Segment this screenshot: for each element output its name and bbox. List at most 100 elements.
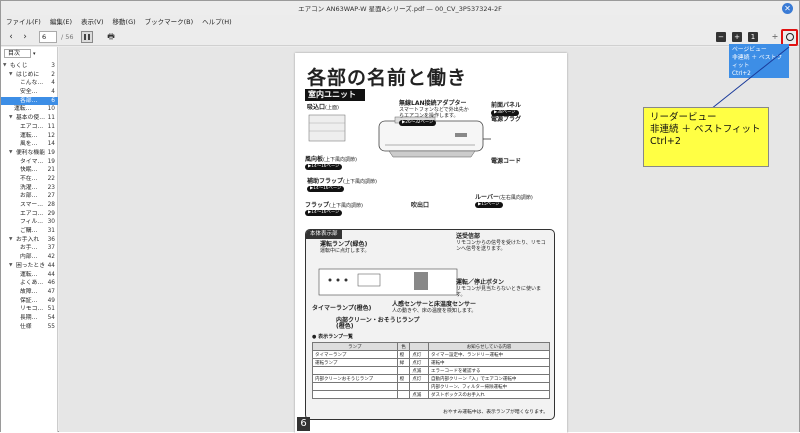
annotation-line: リーダービュー	[650, 112, 717, 123]
toc-item[interactable]: ご購… 31	[1, 227, 58, 236]
toc-item[interactable]: 快眠… 21	[1, 166, 58, 175]
sidebar-mode-select[interactable]: 目次	[4, 49, 31, 58]
toc-item-label: お手入れ	[16, 236, 40, 243]
actual-size-button[interactable]: 1	[748, 32, 758, 42]
split-view-icon[interactable]: ÷	[769, 31, 781, 43]
part-callout: ルーバー(左右風向調節) ▶15ページ	[475, 195, 533, 208]
toc-item[interactable]: 運転… 44	[1, 271, 58, 280]
menu-item[interactable]: 編集(E)	[49, 16, 73, 28]
close-button[interactable]: ✕	[782, 3, 793, 14]
toc-item-page: 49	[47, 297, 55, 304]
page-number-input[interactable]: 6	[39, 31, 57, 43]
toc-item[interactable]: ▼ はじめに 2	[1, 71, 58, 80]
page-ref-badge: ▶26〜32ページ	[399, 120, 437, 126]
table-header: お知らせしている内容	[428, 342, 550, 351]
panel-header: 本体表示部	[306, 230, 342, 239]
toc-item[interactable]: お部… 27	[1, 192, 58, 201]
toc-tree: ▼ もくじ 3 ▼ はじめに 2 こんな… 4 安全… 4 各部… 6 運転… 10 ▼ 基本の使… 11 エアコ…	[1, 62, 58, 331]
toc-item[interactable]: 長期… 54	[1, 314, 58, 323]
toc-item[interactable]: 故障… 47	[1, 288, 58, 297]
part-note: (上下風向調節)	[343, 179, 377, 185]
toc-item[interactable]: スマー… 28	[1, 201, 58, 210]
expand-arrow-icon[interactable]: ▼	[9, 71, 12, 80]
toc-item[interactable]: 運転… 10	[1, 105, 58, 114]
page-total: / 56	[61, 33, 74, 41]
table-cell: 点滅	[409, 366, 430, 375]
part-name: 前面パネル	[491, 102, 522, 109]
document-viewport[interactable]: 各部の名前と働き 室内ユニット 吸込口(上面) 無線LAN接続アダプタースマートフ…	[59, 47, 799, 433]
table-cell: 内部クリーン、フィルター掃除運転中	[428, 382, 550, 391]
toc-item[interactable]: 風を… 14	[1, 140, 58, 149]
menu-item[interactable]: ブックマーク(B)	[144, 16, 195, 28]
toc-item-label: 困ったとき	[16, 262, 45, 269]
expand-arrow-icon[interactable]: ▼	[9, 149, 12, 158]
toc-item[interactable]: リモコ… 51	[1, 305, 58, 314]
prev-page-button[interactable]: ‹	[5, 31, 17, 43]
toc-item[interactable]: 各部… 6	[1, 96, 58, 106]
menu-item[interactable]: ヘルプ(H)	[201, 16, 232, 28]
toc-item[interactable]: 不在… 22	[1, 175, 58, 184]
magnifier-icon	[786, 33, 794, 41]
toc-item-label: エアコ…	[20, 123, 44, 130]
toc-item-label: タイマ…	[20, 158, 44, 165]
pdf-page: 各部の名前と働き 室内ユニット 吸込口(上面) 無線LAN接続アダプタースマートフ…	[295, 53, 567, 433]
toc-item[interactable]: ▼ もくじ 3	[1, 62, 58, 71]
toc-item-label: 内部…	[20, 254, 38, 261]
toc-item-label: ご購…	[20, 228, 38, 235]
toc-item-label: こんな…	[20, 80, 44, 87]
menu-item[interactable]: 移動(G)	[112, 16, 137, 28]
table-cell	[312, 390, 398, 399]
toc-item-label: フィル…	[20, 219, 44, 226]
toc-item-page: 12	[47, 132, 55, 139]
menu-bar: ファイル(F) 編集(E) 表示(V) 移動(G) ブックマーク(B) ヘルプ(H)	[5, 16, 233, 28]
toc-item[interactable]: 内部… 42	[1, 253, 58, 262]
toc-item[interactable]: タイマ… 19	[1, 158, 58, 167]
toc-item[interactable]: 仕様 55	[1, 323, 58, 332]
part-name: ルーバー	[475, 194, 499, 201]
toc-item[interactable]: こんな… 4	[1, 79, 58, 88]
toc-item-label: 快眠…	[20, 167, 38, 174]
toc-item[interactable]: ▼ 基本の使… 11	[1, 114, 58, 123]
menu-item[interactable]: ファイル(F)	[5, 16, 42, 28]
panel-callout: タイマーランプ(橙色)	[312, 306, 371, 312]
zoom-out-button[interactable]: −	[716, 32, 726, 42]
toc-item[interactable]: 洗濯… 23	[1, 184, 58, 193]
part-name: 吹出口	[411, 202, 430, 209]
toc-item-page: 46	[47, 280, 55, 287]
table-cell: 点灯	[409, 374, 430, 383]
sidebar-toggle-button[interactable]	[81, 31, 93, 43]
toc-item[interactable]: よくあ… 46	[1, 279, 58, 288]
next-page-button[interactable]: ›	[19, 31, 31, 43]
toc-item[interactable]: フィル… 30	[1, 218, 58, 227]
table-cell	[396, 390, 411, 399]
expand-arrow-icon[interactable]: ▼	[9, 262, 12, 271]
toc-item[interactable]: ▼ お手入れ 36	[1, 236, 58, 245]
toc-item[interactable]: お手… 37	[1, 244, 58, 253]
table-row: 点滅 ダストボックスのお手入れ	[312, 390, 550, 399]
filter-illustration	[308, 114, 346, 142]
toc-item[interactable]: ▼ 便利な機能 19	[1, 149, 58, 158]
table-header: ランプ	[312, 342, 398, 351]
toc-item[interactable]: 運転… 12	[1, 132, 58, 141]
menu-item[interactable]: 表示(V)	[80, 16, 105, 28]
expand-arrow-icon[interactable]: ▼	[3, 62, 6, 71]
toc-item-label: お部…	[20, 193, 38, 200]
toc-item[interactable]: 保証… 49	[1, 297, 58, 306]
table-cell	[396, 366, 411, 375]
toc-item-label: スマー…	[20, 202, 44, 208]
toc-item-page: 31	[47, 228, 55, 235]
toc-item[interactable]: エアコ… 11	[1, 123, 58, 132]
zoom-in-button[interactable]: +	[732, 32, 742, 42]
expand-arrow-icon[interactable]: ▼	[9, 236, 12, 245]
page-ref-badge: ▶14〜16ページ	[305, 164, 343, 170]
print-icon[interactable]: 🖶	[105, 31, 117, 43]
toc-item[interactable]: 安全… 4	[1, 88, 58, 97]
sidebar: 目次 ▾ ▼ もくじ 3 ▼ はじめに 2 こんな… 4 安全… 4 各部… 6 運転… 10 ▼ 基本の使……	[1, 47, 58, 432]
part-callout: 電源プラグ	[491, 117, 521, 123]
annotation-callout: リーダービュー 非連続 ＋ ベストフィット Ctrl+2	[643, 107, 769, 167]
toc-item-label: 基本の使…	[16, 115, 45, 122]
toc-item[interactable]: エアコ… 29	[1, 210, 58, 219]
expand-arrow-icon[interactable]: ▼	[9, 114, 12, 123]
part-name: 吸込口	[307, 104, 326, 111]
toc-item[interactable]: ▼ 困ったとき 44	[1, 262, 58, 271]
